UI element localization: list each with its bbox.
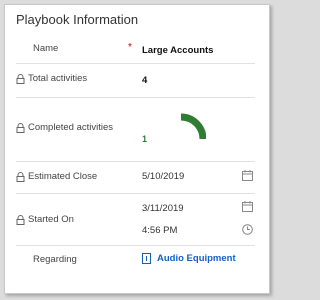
lock-icon <box>16 171 25 182</box>
total-activities-value: 4 <box>142 75 148 86</box>
estimated-close-label-wrap: Estimated Close <box>16 171 97 182</box>
estimated-close-label: Estimated Close <box>28 171 98 182</box>
lock-icon <box>16 214 25 225</box>
started-on-time[interactable]: 4:56 PM <box>142 225 177 236</box>
regarding-row: Regarding Audio Equipment <box>16 245 255 279</box>
name-value[interactable]: Large Accounts <box>142 45 213 56</box>
lock-icon <box>16 73 25 84</box>
calendar-icon[interactable] <box>242 170 253 181</box>
completed-activities-row: Completed activities 1 <box>16 97 255 162</box>
progress-gauge <box>180 113 206 140</box>
progress-gauge-area: 1 <box>16 113 255 145</box>
regarding-value[interactable]: Audio Equipment <box>157 253 236 264</box>
started-on-label-wrap: Started On <box>16 214 74 225</box>
name-label: Name <box>33 43 59 54</box>
record-icon <box>142 253 151 264</box>
playbook-information-card: Playbook Information Name * Large Accoun… <box>4 4 270 294</box>
total-activities-label-wrap: Total activities <box>16 73 87 84</box>
total-activities-row: Total activities 4 <box>16 63 255 98</box>
section-title: Playbook Information <box>16 12 139 27</box>
total-activities-label: Total activities <box>28 73 88 84</box>
started-on-date[interactable]: 3/11/2019 <box>142 203 184 214</box>
started-on-label: Started On <box>28 214 74 225</box>
regarding-label: Regarding <box>33 254 77 265</box>
clock-icon[interactable] <box>242 224 253 235</box>
estimated-close-value[interactable]: 5/10/2019 <box>142 171 184 182</box>
completed-activities-value: 1 <box>142 134 148 144</box>
required-marker: * <box>128 42 132 53</box>
started-on-row: Started On 3/11/2019 4:56 PM <box>16 193 255 246</box>
calendar-icon[interactable] <box>242 201 253 212</box>
name-row: Name * Large Accounts <box>16 31 255 64</box>
regarding-link[interactable]: Audio Equipment <box>142 253 236 264</box>
estimated-close-row: Estimated Close 5/10/2019 <box>16 161 255 194</box>
